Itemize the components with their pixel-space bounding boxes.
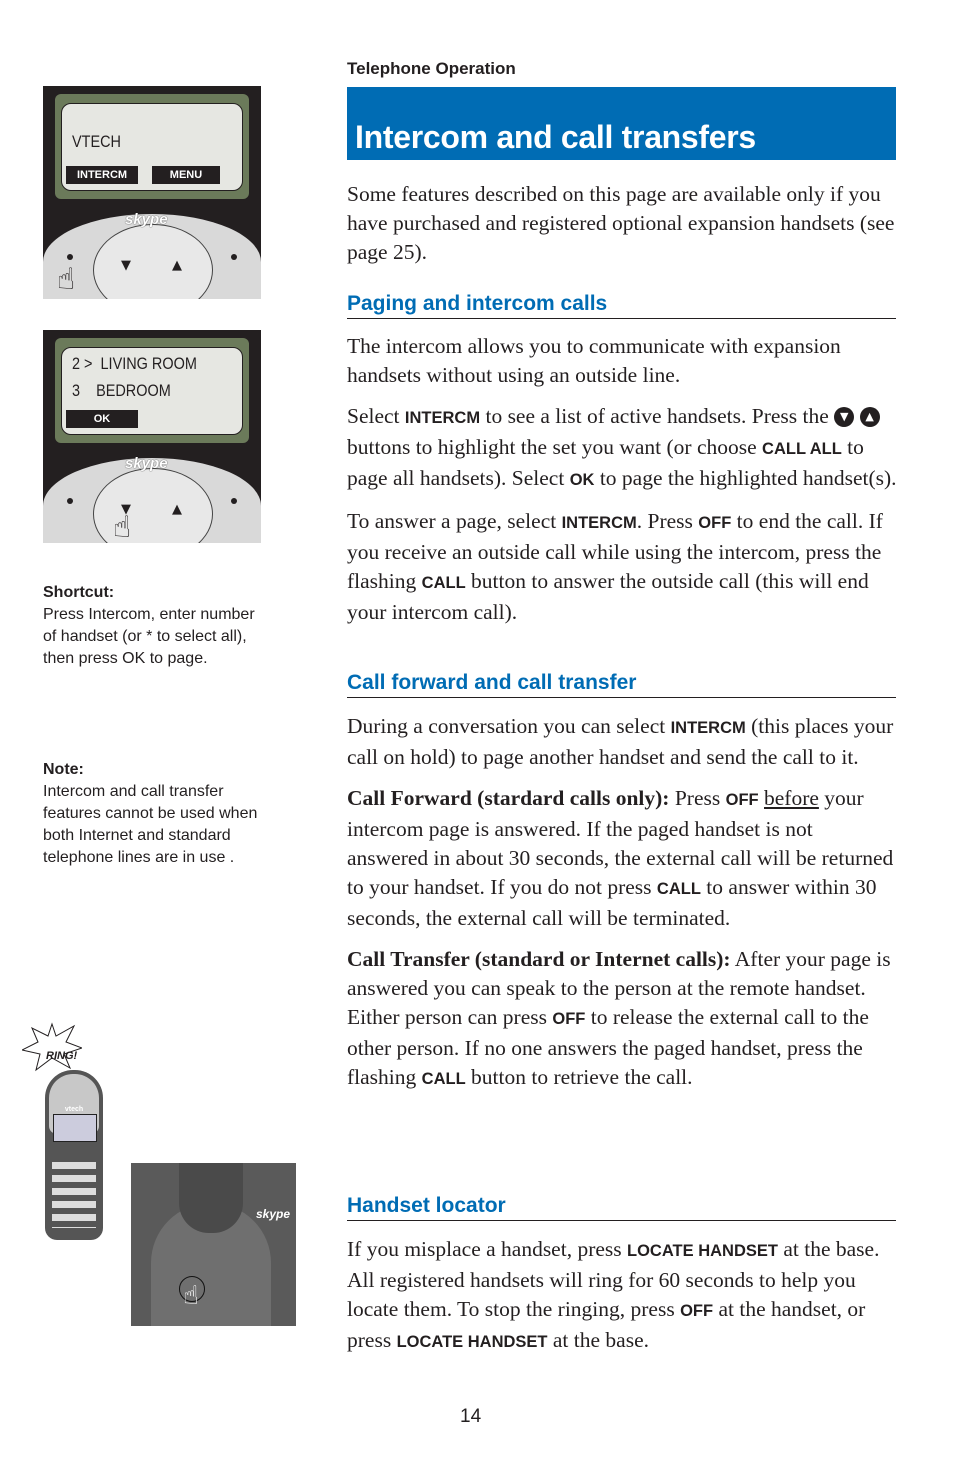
ring-label: RING! [46,1050,78,1062]
section-label: Telephone Operation [347,59,516,78]
handset-illustration: vtech [45,1070,103,1240]
lcd-frame: VTECH INTERCM MENU [55,94,249,199]
forward-p1: During a conversation you can select INT… [347,714,894,769]
down-arrow-icon: ▼ [834,407,855,427]
locator-body: If you misplace a handset, press LOCATE … [347,1235,899,1357]
skype-logo: skype [125,455,168,472]
pointing-hand-icon: ☝ [113,510,132,543]
key-off: OFF [725,791,759,809]
page-title: Intercom and call transfers [355,119,756,155]
heading-forward: Call forward and call transfer [347,671,896,698]
ring-burst-icon [22,1022,82,1072]
pointing-hand-icon: ☝ [183,1281,199,1311]
up-arrow-icon: ▲ [172,502,182,517]
left-softkey-dot [67,254,73,260]
page-number: 14 [460,1406,482,1427]
intro-text: Some features described on this page are… [347,182,895,264]
locator-p1: If you misplace a handset, press LOCATE … [347,1237,880,1352]
key-intercm: INTERCM [561,514,637,532]
key-intercm: INTERCM [404,409,481,427]
paging-p3: To answer a page, select INTERCM. Press … [347,509,883,624]
key-off: OFF [680,1302,714,1320]
lcd-display: 2 > LIVING ROOM 3 BEDROOM OK [61,347,243,435]
key-locate-handset: LOCATE HANDSET [627,1242,778,1260]
skype-logo: skype [255,1207,290,1221]
intro: Some features described on this page are… [347,180,899,267]
handset-keypad [52,1158,96,1228]
call-transfer-label: Call Transfer (standard or Internet call… [347,947,731,971]
phone-screen-illustration-2: ▼ ▲ ☝ 2 > LIVING ROOM 3 BEDROOM OK skype [43,330,261,543]
down-arrow-icon: ▼ [121,258,131,273]
right-softkey-dot [231,498,237,504]
softkey-intercm: INTERCM [66,166,138,184]
key-call-all: CALL ALL [762,440,842,458]
right-softkey-dot [231,254,237,260]
paging-body: The intercom allows you to communicate w… [347,332,899,627]
lcd-frame: 2 > LIVING ROOM 3 BEDROOM OK [55,338,249,443]
lcd-line-2: 3 BEDROOM [72,381,171,400]
key-locate-handset: LOCATE HANDSET [396,1333,548,1351]
skype-logo: skype [125,211,168,228]
note-text: Intercom and call transfer features cann… [43,783,258,866]
key-call: CALL [656,880,701,898]
key-ok: OK [569,471,595,489]
key-call: CALL [421,1070,466,1088]
softkey-menu: MENU [152,166,220,184]
forward-p3: Call Transfer (standard or Internet call… [347,947,891,1089]
forward-body: During a conversation you can select INT… [347,712,899,1094]
heading-locator: Handset locator [347,1194,896,1221]
note: Note: Intercom and call transfer feature… [43,759,268,869]
up-arrow-icon: ▲ [172,258,182,273]
heading-paging: Paging and intercom calls [347,292,896,319]
softkey-ok: OK [66,410,138,428]
key-off: OFF [552,1010,586,1028]
vtech-logo: vtech [64,1106,84,1113]
handset-slot [179,1163,243,1233]
key-call: CALL [421,574,466,592]
paging-p2: Select INTERCM to see a list of active h… [347,404,897,490]
lcd-line-1: VTECH [72,132,121,151]
paging-p1: The intercom allows you to communicate w… [347,334,841,387]
shortcut-text: Press Intercom, enter number of handset … [43,606,255,667]
up-arrow-icon: ▲ [859,407,880,427]
base-unit-illustration: skype ☝ [131,1163,296,1326]
lcd-line-1: 2 > LIVING ROOM [72,354,197,373]
lcd-display: VTECH INTERCM MENU [61,103,243,191]
key-intercm: INTERCM [670,719,746,737]
left-softkey-dot [67,498,73,504]
shortcut-heading: Shortcut: [43,584,115,601]
title-bar: Intercom and call transfers [347,87,896,160]
key-off: OFF [698,514,732,532]
call-forward-label: Call Forward (stardard calls only): [347,786,670,810]
note-heading: Note: [43,761,84,778]
handset-screen [53,1114,97,1142]
forward-p2: Call Forward (stardard calls only): Pres… [347,786,894,930]
pointing-hand-icon: ☝ [57,262,76,297]
phone-screen-illustration-1: ▼ ▲ ☝ VTECH INTERCM MENU skype [43,86,261,299]
shortcut-note: Shortcut: Press Intercom, enter number o… [43,582,268,670]
